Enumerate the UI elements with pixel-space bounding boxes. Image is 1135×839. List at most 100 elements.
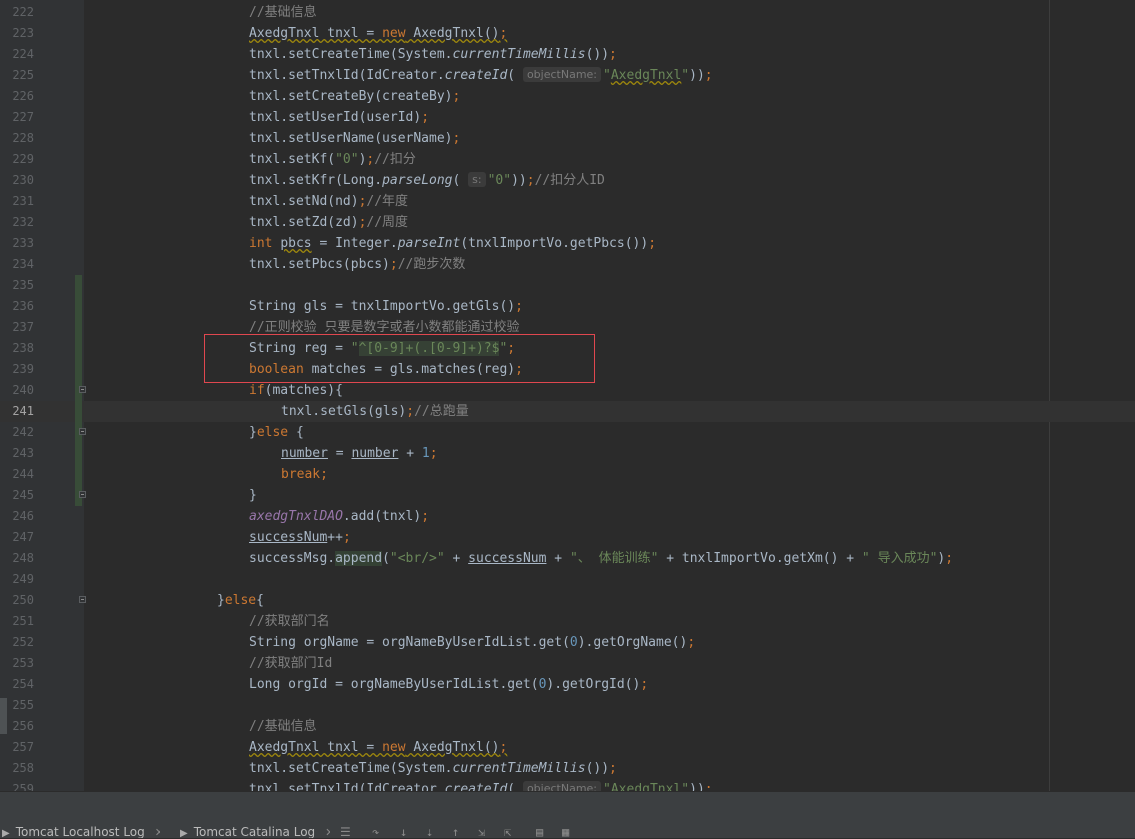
code-text: tnxl.setZd(zd);//周度 [249,215,409,230]
code-text: //基础信息 [249,5,317,20]
code-line[interactable]: 255 [0,695,1135,716]
vcs-change-marker [75,296,82,317]
code-text: tnxl.setCreateTime(System.currentTimeMil… [249,761,617,776]
line-number: 237 [12,320,34,334]
line-number: 256 [12,719,34,733]
code-line[interactable]: 229 tnxl.setKf("0");//扣分 [0,149,1135,170]
redo-icon[interactable]: ↷ [372,826,379,838]
layout-icon[interactable]: ▤ [536,826,543,838]
code-line[interactable]: 226 tnxl.setCreateBy(createBy); [0,86,1135,107]
fold-toggle-icon[interactable] [79,386,86,393]
fold-toggle-icon[interactable] [79,428,86,435]
code-line[interactable]: 258 tnxl.setCreateTime(System.currentTime… [0,758,1135,779]
tab-tomcat-catalina-log[interactable]: ▶ Tomcat Catalina Log ✕ [180,826,330,838]
code-line[interactable]: 254 Long orgId = orgNameByUserIdList.get(… [0,674,1135,695]
download-icon[interactable]: ⇣ [426,826,433,838]
code-text: tnxl.setTnxlId(IdCreator.createId( objec… [249,779,713,791]
arrow-up-icon[interactable]: ↑ [452,826,459,838]
code-text: tnxl.setCreateBy(createBy); [249,89,461,104]
tab-label: Tomcat Localhost Log [15,826,145,838]
code-line[interactable]: 240 if(matches){ [0,380,1135,401]
code-text: tnxl.setPbcs(pbcs);//跑步次数 [249,257,466,272]
code-line[interactable]: 244 break; [0,464,1135,485]
code-line[interactable]: 256 //基础信息 [0,716,1135,737]
menu-icon[interactable]: ☰ [340,826,351,838]
line-number: 236 [12,299,34,313]
code-line[interactable]: 223 AxedgTnxl tnxl = new AxedgTnxl(); [0,23,1135,44]
close-icon[interactable]: ✕ [325,826,330,839]
code-line[interactable]: 249 [0,569,1135,590]
code-line[interactable]: 236 String gls = tnxlImportVo.getGls(); [0,296,1135,317]
line-number: 250 [12,593,34,607]
code-line[interactable]: 235 [0,275,1135,296]
code-line[interactable]: 251 //获取部门名 [0,611,1135,632]
vcs-change-marker [75,401,82,422]
code-text: axedgTnxlDAO.add(tnxl); [249,509,430,524]
code-text: AxedgTnxl tnxl = new AxedgTnxl(); [249,26,508,41]
tab-tomcat-localhost-log[interactable]: ▶ Tomcat Localhost Log ✕ [2,826,160,838]
fold-toggle-icon[interactable] [79,596,86,603]
code-line[interactable]: 252 String orgName = orgNameByUserIdList.… [0,632,1135,653]
code-text: }else{ [217,593,264,608]
line-number: 245 [12,488,34,502]
code-line[interactable]: 253 //获取部门Id [0,653,1135,674]
vcs-change-marker [75,338,82,359]
code-line[interactable]: 230 tnxl.setKfr(Long.parseLong( s: "0"));/… [0,170,1135,191]
line-number: 259 [12,782,34,791]
code-line[interactable]: 241 tnxl.setGls(gls);//总跑量 [0,401,1135,422]
code-line[interactable]: 225 tnxl.setTnxlId(IdCreator.createId( ob… [0,65,1135,86]
code-line[interactable]: 222 //基础信息 [0,2,1135,23]
code-line[interactable]: 248 successMsg.append("<br/>" + successNu… [0,548,1135,569]
vcs-change-marker [75,464,82,485]
line-number: 258 [12,761,34,775]
code-line[interactable]: 245} [0,485,1135,506]
code-text: tnxl.setKf("0");//扣分 [249,152,416,167]
code-line[interactable]: 232 tnxl.setZd(zd);//周度 [0,212,1135,233]
line-number: 225 [12,68,34,82]
code-text: tnxl.setKfr(Long.parseLong( s: "0"));//扣分… [249,172,605,188]
line-number: 239 [12,362,34,376]
line-number: 238 [12,341,34,355]
line-number: 249 [12,572,34,586]
code-line[interactable]: 243 number = number + 1; [0,443,1135,464]
code-line[interactable]: 259 tnxl.setTnxlId(IdCreator.createId( ob… [0,779,1135,791]
filter-icon[interactable]: ⇲ [478,826,485,838]
code-line[interactable]: 246 axedgTnxlDAO.add(tnxl); [0,506,1135,527]
line-number: 241 [12,404,34,418]
line-number: 234 [12,257,34,271]
code-line[interactable]: 234 tnxl.setPbcs(pbcs);//跑步次数 [0,254,1135,275]
code-line[interactable]: 228 tnxl.setUserName(userName); [0,128,1135,149]
line-number: 228 [12,131,34,145]
settings-icon[interactable]: ▦ [562,826,569,838]
code-text: successNum++; [249,530,351,545]
code-line[interactable]: 231 tnxl.setNd(nd);//年度 [0,191,1135,212]
code-line[interactable]: 242}else { [0,422,1135,443]
vcs-change-marker [75,317,82,338]
code-line[interactable]: 250 }else{ [0,590,1135,611]
line-number: 254 [12,677,34,691]
line-number: 240 [12,383,34,397]
code-line[interactable]: 247 successNum++; [0,527,1135,548]
line-number: 246 [12,509,34,523]
code-line[interactable]: 224 tnxl.setCreateTime(System.currentTime… [0,44,1135,65]
code-text: String orgName = orgNameByUserIdList.get… [249,635,696,650]
code-text: String gls = tnxlImportVo.getGls(); [249,299,523,314]
code-text: if(matches){ [249,383,343,398]
close-icon[interactable]: ✕ [155,826,160,839]
scroll-down-icon[interactable]: ↓ [400,826,407,838]
tab-label: Tomcat Catalina Log [193,826,316,838]
line-number: 231 [12,194,34,208]
code-text: tnxl.setNd(nd);//年度 [249,194,409,209]
clear-icon[interactable]: ⇱ [504,826,511,838]
line-number: 243 [12,446,34,460]
fold-toggle-icon[interactable] [79,491,86,498]
code-line[interactable]: 233 int pbcs = Integer.parseInt(tnxlImpor… [0,233,1135,254]
code-text: tnxl.setTnxlId(IdCreator.createId( objec… [249,67,713,83]
code-editor[interactable]: 222 //基础信息 223 AxedgTnxl tnxl = new AxedgTn… [0,0,1135,791]
code-line[interactable]: 257 AxedgTnxl tnxl = new AxedgTnxl(); [0,737,1135,758]
code-line[interactable]: 227 tnxl.setUserId(userId); [0,107,1135,128]
line-number: 222 [12,5,34,19]
code-text: Long orgId = orgNameByUserIdList.get(0).… [249,677,649,692]
line-number: 255 [12,698,34,712]
code-text: tnxl.setUserId(userId); [249,110,430,125]
